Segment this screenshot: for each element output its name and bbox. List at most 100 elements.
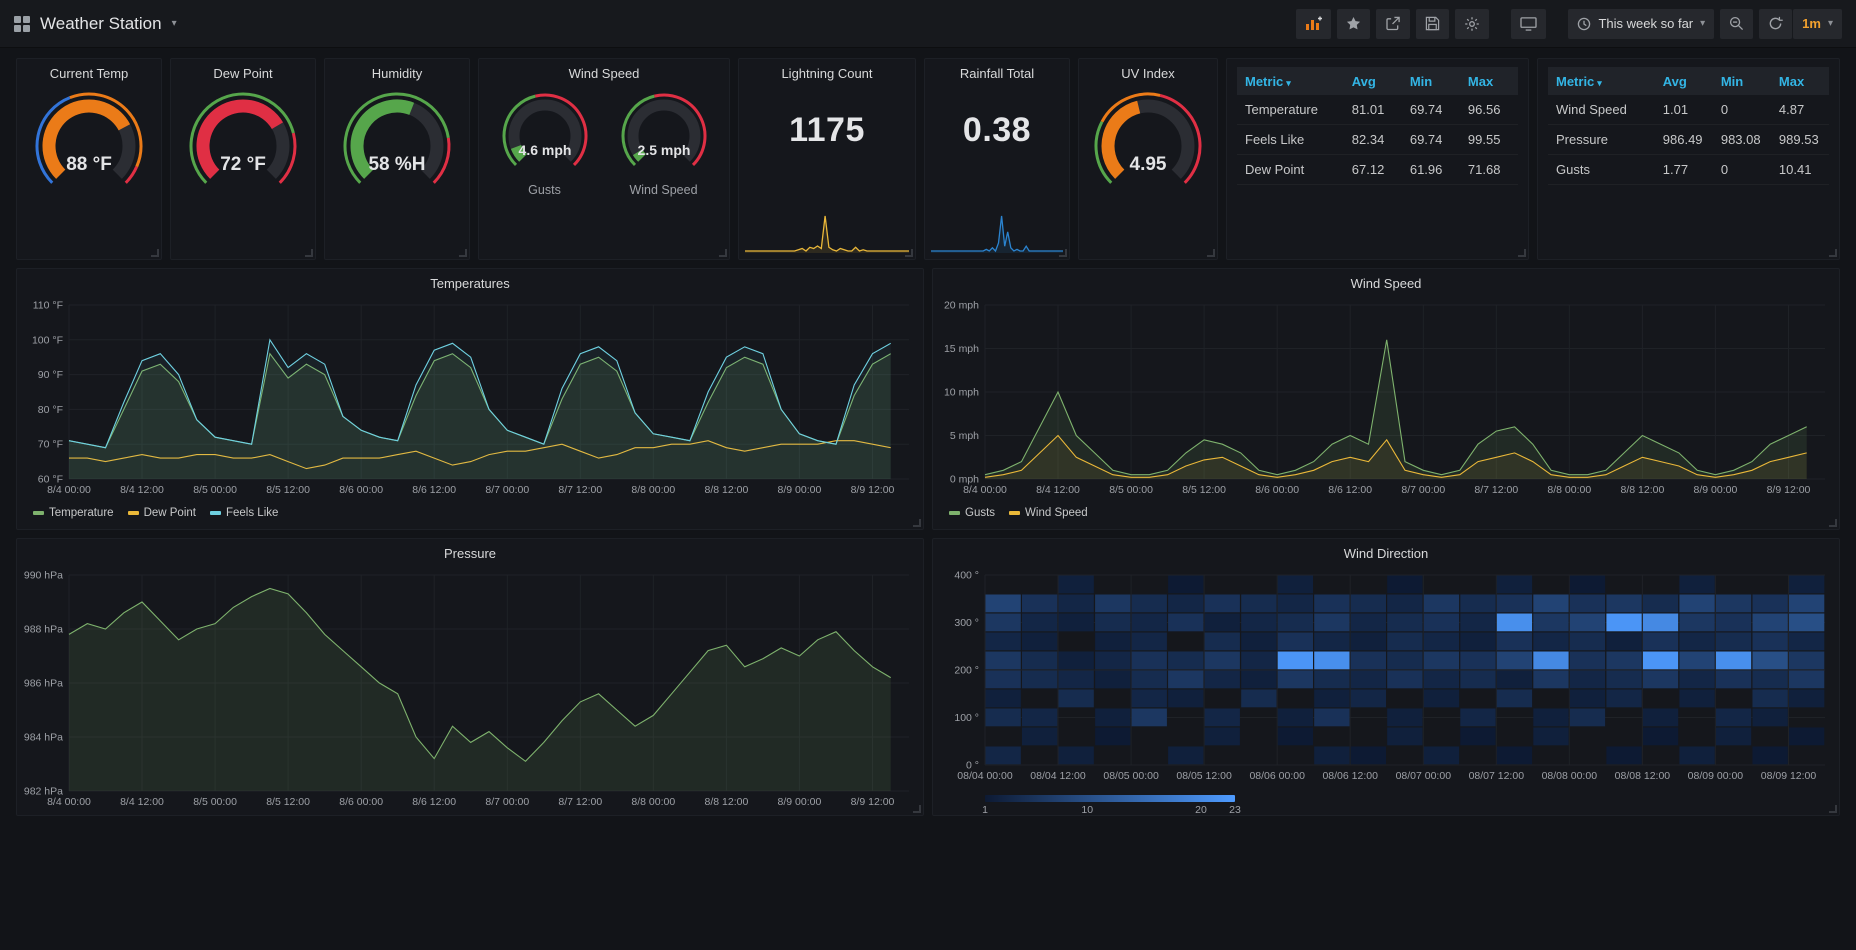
panel-title[interactable]: Dew Point — [177, 63, 309, 85]
panel-title[interactable]: UV Index — [1085, 63, 1211, 85]
heatmap-cell — [1789, 651, 1825, 670]
rainfall-sparkline — [931, 213, 1063, 253]
navbar-right: This week so far ▾ 1m ▾ — [1296, 8, 1842, 39]
star-dashboard-button[interactable] — [1337, 8, 1371, 39]
middle-row: Temperatures 8/4 00:00 8/4 12:00 8/5 00:00… — [16, 268, 1840, 530]
heatmap-cell — [1277, 575, 1313, 594]
dashboard-title[interactable]: Weather Station — [40, 14, 162, 34]
svg-text:08/04 12:00: 08/04 12:00 — [1030, 770, 1086, 782]
svg-text:8/7 00:00: 8/7 00:00 — [1401, 484, 1445, 496]
legend-item-feels-like[interactable]: Feels Like — [209, 507, 278, 519]
svg-text:8/8 00:00: 8/8 00:00 — [1547, 484, 1591, 496]
refresh-interval-picker[interactable]: 1m ▾ — [1793, 8, 1842, 39]
zoom-out-button[interactable] — [1720, 8, 1754, 39]
heatmap-cell — [1241, 689, 1277, 708]
heatmap-cell — [1715, 670, 1752, 689]
svg-text:08/05 12:00: 08/05 12:00 — [1176, 770, 1232, 782]
panel-title[interactable]: Temperatures — [23, 273, 917, 295]
svg-text:0 mph: 0 mph — [950, 474, 979, 486]
svg-text:08/06 12:00: 08/06 12:00 — [1322, 770, 1378, 782]
legend-item-dew-point[interactable]: Dew Point — [127, 507, 196, 519]
heatmap-cell — [1789, 575, 1825, 594]
svg-text:5 mph: 5 mph — [950, 430, 979, 442]
grafana-menu-icon[interactable] — [14, 15, 30, 32]
heatmap-cell — [1058, 594, 1094, 613]
chevron-down-icon[interactable]: ▾ — [172, 18, 177, 29]
panel-title[interactable]: Rainfall Total — [931, 63, 1063, 85]
table-header-metric[interactable]: Metric ▾ — [1548, 74, 1655, 89]
svg-text:8/4 00:00: 8/4 00:00 — [963, 484, 1007, 496]
table-cell: 61.96 — [1409, 162, 1443, 177]
panel-dew-point: Dew Point 72 °F — [170, 58, 316, 260]
panel-title[interactable]: Wind Speed — [485, 63, 723, 85]
heatmap-cell — [1314, 670, 1350, 689]
gauge-svg: 72 °F — [189, 92, 297, 184]
gauge-svg: 4.6 mph — [502, 93, 587, 167]
heatmap-cell — [1131, 689, 1167, 708]
heatmap-cell — [1752, 613, 1788, 632]
heatmap-cell — [1423, 670, 1460, 689]
table-cell: Temperature — [1245, 102, 1318, 117]
heatmap-cell — [1642, 651, 1679, 670]
save-dashboard-button[interactable] — [1416, 8, 1450, 39]
legend-item-temperature[interactable]: Temperature — [33, 507, 114, 519]
panel-title[interactable]: Pressure — [23, 543, 917, 565]
svg-text:60 °F: 60 °F — [38, 474, 63, 486]
table-header-row: Metric ▾ Avg Min Max — [1237, 67, 1518, 95]
heatmap-cell — [1533, 708, 1569, 727]
table-header-max[interactable]: Max — [1460, 74, 1518, 89]
gauge-value: 4.95 — [1130, 154, 1167, 175]
svg-text:15 mph: 15 mph — [944, 343, 979, 355]
heatmap-cell — [1241, 651, 1277, 670]
heatmap-cell — [1642, 613, 1679, 632]
heatmap-cell — [1606, 651, 1642, 670]
table-header-avg[interactable]: Avg — [1344, 74, 1402, 89]
heatmap-cell — [1168, 651, 1204, 670]
panel-title[interactable]: Current Temp — [23, 63, 155, 85]
svg-text:8/6 12:00: 8/6 12:00 — [1328, 484, 1372, 496]
heatmap-cell — [1752, 594, 1788, 613]
panel-stats-table-wind: Metric ▾ Avg Min Max Wind Speed 1.01 0 4.87 Press… — [1537, 58, 1840, 260]
gauge-sublabel: Wind Speed — [629, 183, 698, 197]
dashboard-settings-button[interactable] — [1455, 8, 1490, 39]
share-dashboard-button[interactable] — [1376, 8, 1411, 39]
heatmap-cell — [1241, 613, 1277, 632]
svg-text:8/7 12:00: 8/7 12:00 — [1474, 484, 1518, 496]
add-panel-button[interactable] — [1296, 8, 1332, 39]
dew-point-gauge: 72 °F — [177, 85, 309, 201]
table-header-min[interactable]: Min — [1713, 74, 1771, 89]
panel-title[interactable]: Humidity — [331, 63, 463, 85]
svg-text:8/5 12:00: 8/5 12:00 — [266, 796, 310, 808]
share-icon — [1386, 16, 1401, 31]
heatmap-cell — [1679, 613, 1715, 632]
heatmap-cell — [1679, 632, 1715, 651]
chart-legend: Temperature Dew Point Feels Like — [23, 504, 917, 519]
cycle-view-mode-button[interactable] — [1511, 8, 1547, 39]
heatmap-cell — [1460, 613, 1496, 632]
heatmap-cell — [1423, 689, 1460, 708]
legend-item-wind-speed[interactable]: Wind Speed — [1009, 507, 1088, 519]
chart-legend: Gusts Wind Speed — [939, 504, 1833, 519]
panel-title[interactable]: Lightning Count — [745, 63, 909, 85]
heatmap-cell — [1241, 594, 1277, 613]
table-header-min[interactable]: Min — [1402, 74, 1460, 89]
navbar: Weather Station ▾ This week so far ▾ 1m … — [0, 0, 1856, 48]
table-row: Temperature 81.01 69.74 96.56 — [1237, 95, 1518, 125]
heatmap-cell — [1752, 651, 1788, 670]
refresh-button[interactable] — [1759, 8, 1793, 39]
table-header-max[interactable]: Max — [1771, 74, 1829, 89]
heatmap-cell — [1058, 575, 1094, 594]
heatmap-cell — [1752, 670, 1788, 689]
panel-title[interactable]: Wind Direction — [939, 543, 1833, 565]
heatmap-cell — [1095, 594, 1131, 613]
panel-title[interactable]: Wind Speed — [939, 273, 1833, 295]
time-range-picker[interactable]: This week so far ▾ — [1568, 8, 1715, 39]
legend-item-gusts[interactable]: Gusts — [949, 507, 995, 519]
heatmap-cell — [1314, 746, 1350, 765]
table-cell: 986.49 — [1662, 132, 1703, 147]
heatmap-cell — [1642, 708, 1679, 727]
table-header-metric[interactable]: Metric ▾ — [1237, 74, 1344, 89]
table-header-avg[interactable]: Avg — [1655, 74, 1713, 89]
heatmap-chart-svg: 08/04 00:00 08/04 12:00 08/05 00:00 08/05 1… — [954, 570, 1825, 782]
heatmap-cell — [1423, 594, 1460, 613]
